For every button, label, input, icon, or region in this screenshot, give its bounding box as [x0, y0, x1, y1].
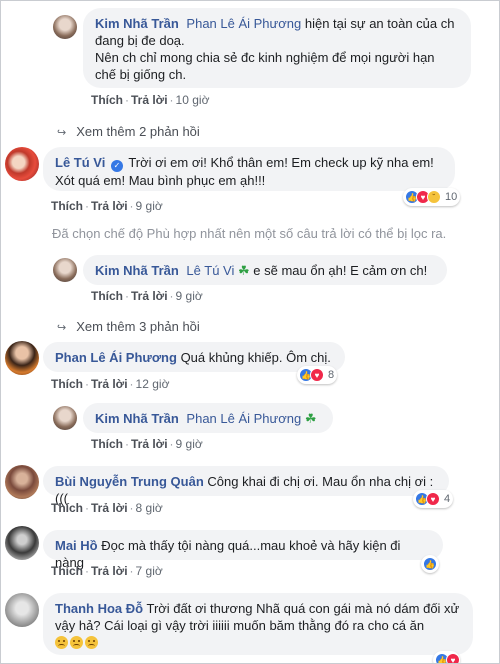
reply-button[interactable]: Trả lời: [131, 437, 168, 451]
avatar[interactable]: [5, 593, 39, 627]
comment-actions: Thích · Trả lời · 10 giờ: [91, 93, 210, 107]
commenter-name[interactable]: Bùi Nguyễn Trung Quân: [55, 474, 204, 489]
commenter-name[interactable]: Kim Nhã Trần: [95, 263, 179, 278]
timestamp[interactable]: 7 giờ: [136, 564, 163, 578]
mention-tag[interactable]: Phan Lê Ái Phương: [186, 16, 301, 31]
comment-actions: Thích · Trả lời · 12 giờ: [51, 377, 170, 391]
reactions[interactable]: 👍 ♥ ˘ 10: [403, 188, 461, 206]
timestamp[interactable]: 8 giờ: [136, 501, 163, 515]
love-reaction-icon: ♥: [446, 653, 460, 663]
sad-face-icon: [85, 636, 98, 649]
comment-text: e sẽ mau ổn ạh! E cảm ơn ch!: [249, 263, 428, 278]
comment-bubble: Kim Nhã Trần Lê Tú Vi ☘ e sẽ mau ổn ạh! …: [83, 255, 447, 285]
reply-button[interactable]: Trả lời: [91, 564, 128, 578]
timestamp[interactable]: 10 giờ: [176, 93, 210, 107]
clover-icon: ☘: [238, 263, 250, 278]
sad-face-icon: [70, 636, 83, 649]
comment-bubble: Mai Hồ Đọc mà thấy tội nàng quá...mau kh…: [43, 530, 443, 570]
reply-button[interactable]: Trả lời: [91, 377, 128, 391]
comment-actions: Thích · Trả lời · 9 giờ: [91, 289, 203, 303]
commenter-name[interactable]: Phan Lê Ái Phương: [55, 350, 177, 365]
comment-actions: Thích · Trả lời · 9 giờ: [91, 437, 203, 451]
reactions[interactable]: 👍: [421, 555, 439, 573]
timestamp[interactable]: 9 giờ: [176, 437, 203, 451]
verified-badge-icon: ✓: [110, 160, 123, 172]
comment-actions: Thích · Trả lời · 9 giờ: [51, 199, 163, 213]
avatar[interactable]: [53, 258, 77, 282]
timestamp[interactable]: 9 giờ: [136, 199, 163, 213]
love-reaction-icon: ♥: [426, 492, 440, 506]
avatar[interactable]: [53, 15, 77, 39]
commenter-name[interactable]: Mai Hồ: [55, 538, 98, 553]
commenter-name[interactable]: Lê Tú Vi: [55, 155, 105, 170]
clover-icon: ☘: [304, 411, 317, 426]
timestamp[interactable]: 9 giờ: [176, 289, 203, 303]
avatar[interactable]: [53, 406, 77, 430]
reactions[interactable]: 👍 ♥ 4: [413, 490, 454, 508]
reactions[interactable]: 👍 ♥ 8: [297, 366, 338, 384]
like-button[interactable]: Thích: [51, 377, 83, 391]
reply-button[interactable]: Trả lời: [131, 289, 168, 303]
avatar[interactable]: [5, 526, 39, 560]
like-button[interactable]: Thích: [91, 289, 123, 303]
like-reaction-icon: 👍: [423, 557, 437, 571]
reply-button[interactable]: Trả lời: [91, 501, 128, 515]
avatar[interactable]: [5, 341, 39, 375]
comment-actions: Thích · Trả lời · 7 giờ: [51, 564, 163, 578]
comment-bubble: Lê Tú Vi ✓ Trời ơi em ơi! Khổ thân em! E…: [43, 147, 455, 191]
like-button[interactable]: Thích: [51, 564, 83, 578]
comment-bubble: Bùi Nguyễn Trung Quân Công khai đi chị ơ…: [43, 466, 449, 506]
reply-button[interactable]: Trả lời: [131, 93, 168, 107]
comments-panel: Kim Nhã Trần Phan Lê Ái Phương hiện tại …: [0, 0, 500, 664]
comment-bubble: Kim Nhã Trần Phan Lê Ái Phương ☘: [83, 403, 333, 433]
comment-text: Trời ơi em ơi! Khổ thân em! Em check up …: [55, 155, 434, 188]
view-more-replies[interactable]: ↪ Xem thêm 2 phản hồi: [57, 124, 200, 139]
like-button[interactable]: Thích: [51, 501, 83, 515]
view-more-replies[interactable]: ↪ Xem thêm 3 phản hồi: [57, 319, 200, 334]
mention-tag[interactable]: Phan Lê Ái Phương: [186, 411, 301, 426]
timestamp[interactable]: 12 giờ: [136, 377, 170, 391]
commenter-name[interactable]: Thanh Hoa Đỗ: [55, 601, 143, 616]
filter-notice: Đã chọn chế độ Phù hợp nhất nên một số c…: [52, 226, 447, 241]
reply-arrow-icon: ↪: [57, 127, 67, 139]
love-reaction-icon: ♥: [310, 368, 324, 382]
commenter-name[interactable]: Kim Nhã Trần: [95, 16, 179, 31]
like-button[interactable]: Thích: [91, 93, 123, 107]
comment-text: Quá khủng khiếp. Ôm chị.: [176, 350, 331, 365]
reactions[interactable]: 👍 ♥: [433, 651, 460, 663]
comment-bubble: Kim Nhã Trần Phan Lê Ái Phương hiện tại …: [83, 8, 471, 88]
sad-face-icon: [55, 636, 68, 649]
reply-arrow-icon: ↪: [57, 322, 67, 334]
like-button[interactable]: Thích: [51, 199, 83, 213]
avatar[interactable]: [5, 465, 39, 499]
avatar[interactable]: [5, 147, 39, 181]
sad-reaction-icon: ˘: [427, 190, 441, 204]
comment-bubble: Thanh Hoa Đỗ Trời đất ơi thương Nhã quá …: [43, 593, 473, 655]
commenter-name[interactable]: Kim Nhã Trần: [95, 411, 179, 426]
comment-text-2: Nên ch chỉ mong chia sẻ đc kinh nghiệm đ…: [95, 50, 435, 82]
like-button[interactable]: Thích: [91, 437, 123, 451]
mention-tag[interactable]: Lê Tú Vi: [186, 263, 234, 278]
reply-button[interactable]: Trả lời: [91, 199, 128, 213]
comment-actions: Thích · Trả lời · 8 giờ: [51, 501, 163, 515]
